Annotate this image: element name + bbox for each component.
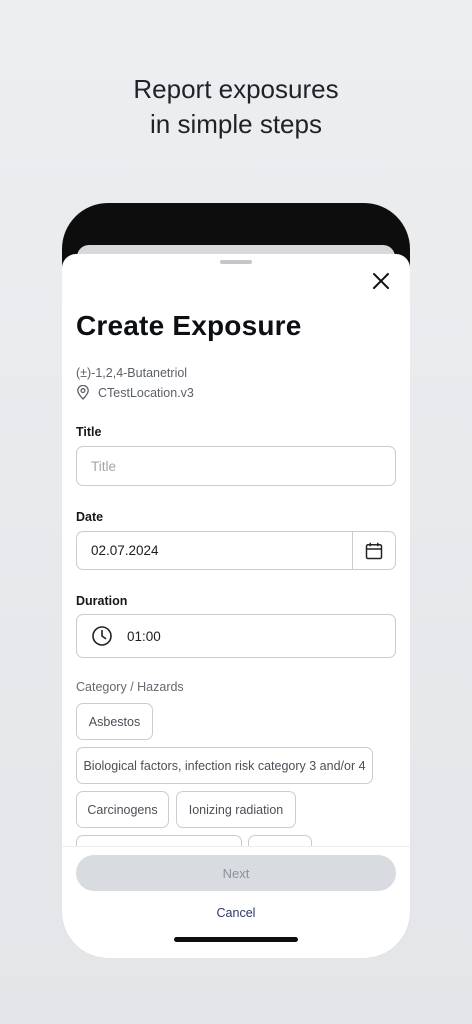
sheet-footer: Next Cancel [62,846,410,958]
create-exposure-sheet: Create Exposure (±)-1,2,4-Butanetriol CT… [62,254,410,958]
page-title: Create Exposure [76,310,302,341]
date-label: Date [76,510,104,524]
clock-icon [92,626,112,646]
promo-line-1: Report exposures [133,74,339,104]
substance-name: (±)-1,2,4-Butanetriol [76,366,188,380]
calendar-icon [365,542,383,559]
close-icon [373,273,389,289]
chip-ionizing-radiation[interactable]: Ionizing radiation [176,791,296,828]
location-row: CTestLocation.v3 [76,385,194,400]
title-label: Title [76,425,102,439]
next-button[interactable]: Next [76,855,396,891]
chip-carcinogens[interactable]: Carcinogens [76,791,169,828]
sheet-grabber[interactable] [220,260,252,264]
chip-biological-factors[interactable]: Biological factors, infection risk categ… [76,747,373,784]
date-field[interactable]: 02.07.2024 [76,531,396,570]
close-button[interactable] [368,268,394,294]
cancel-button[interactable]: Cancel [62,906,410,920]
location-name: CTestLocation.v3 [98,385,194,400]
calendar-button[interactable] [352,532,395,569]
category-label: Category / Hazards [76,680,184,694]
promo-headline: Report exposures in simple steps [0,72,472,142]
duration-label: Duration [76,594,128,608]
chip-asbestos[interactable]: Asbestos [76,703,153,740]
phone-frame: Create Exposure (±)-1,2,4-Butanetriol CT… [62,203,410,958]
promo-line-2: in simple steps [150,109,322,139]
location-pin-icon [77,385,89,400]
date-value[interactable]: 02.07.2024 [77,543,352,558]
title-input[interactable]: Title [76,446,396,486]
duration-value: 01:00 [127,628,161,644]
duration-field[interactable]: 01:00 [76,614,396,658]
home-indicator [174,937,298,942]
